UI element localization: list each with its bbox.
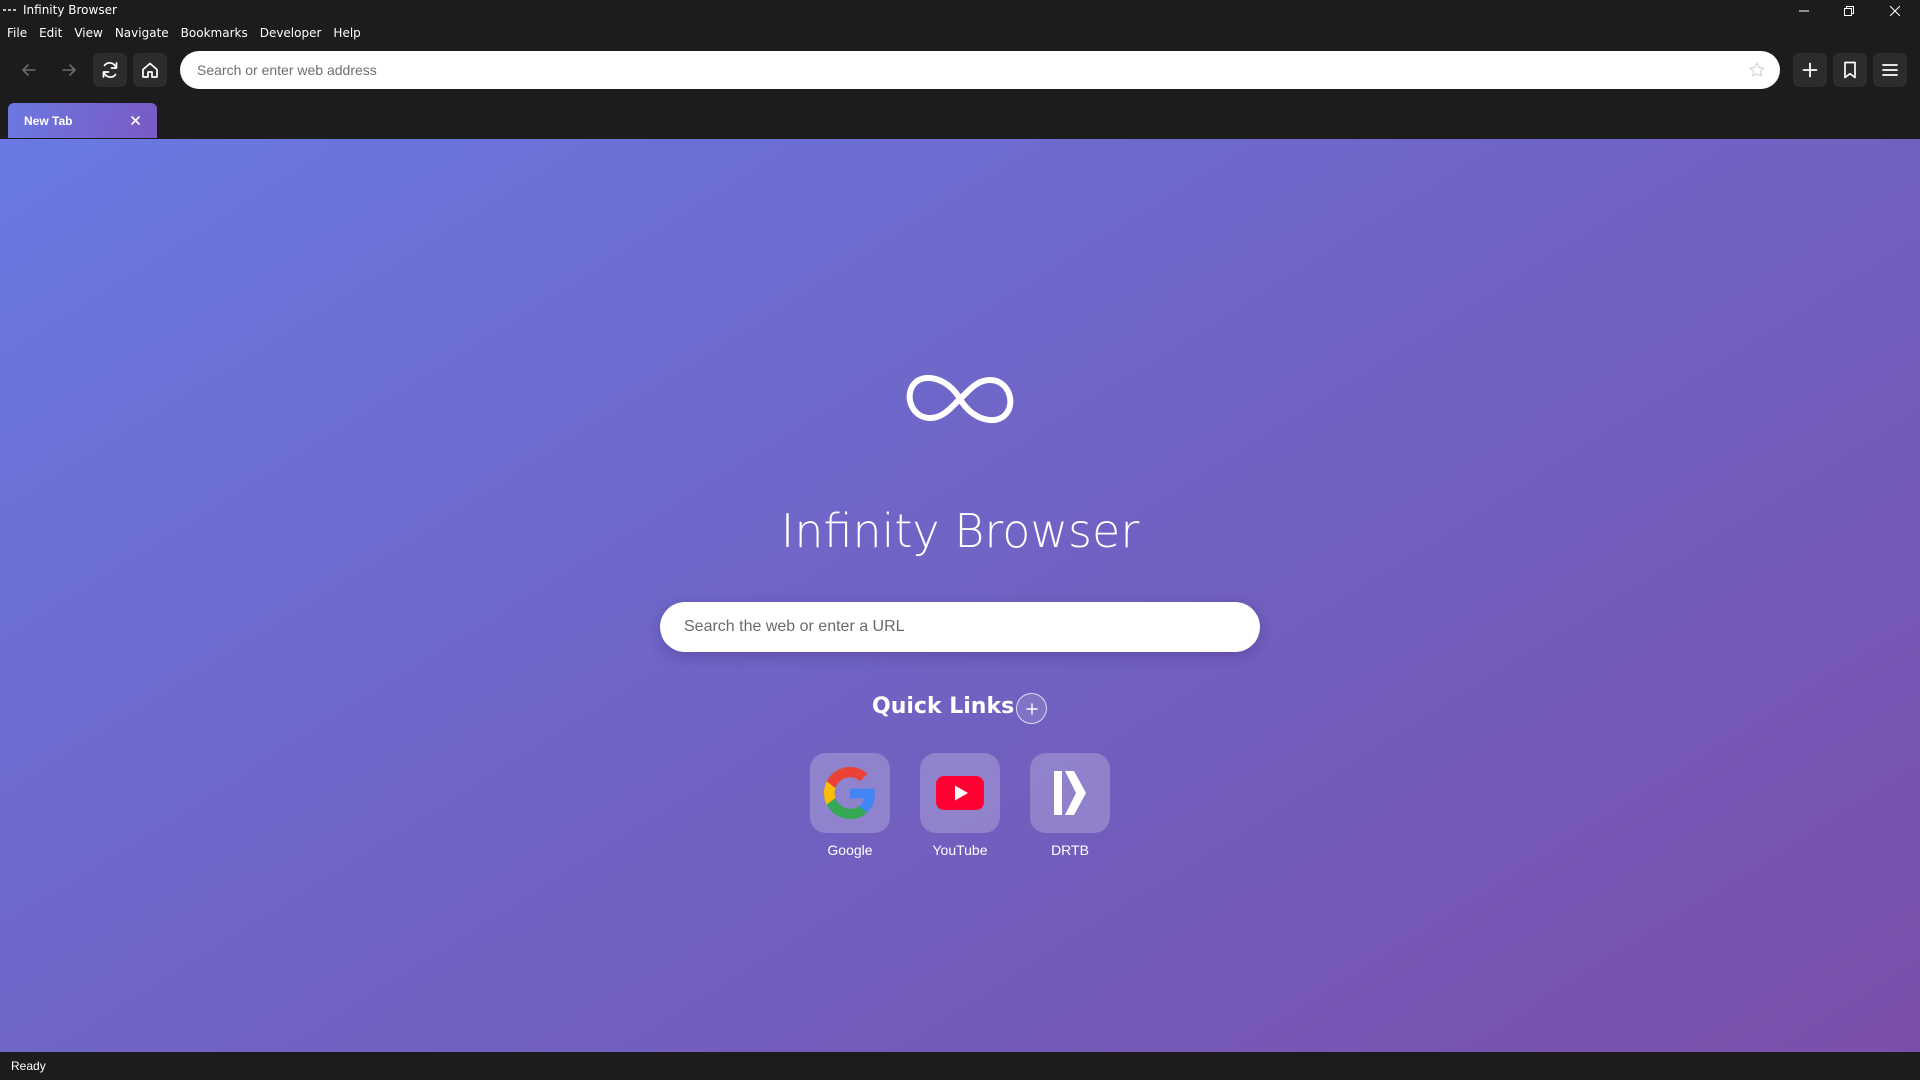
hamburger-menu-icon <box>1882 64 1898 76</box>
menu-bookmarks[interactable]: Bookmarks <box>181 26 248 40</box>
restore-button[interactable] <box>1826 0 1872 22</box>
quick-link-label: Google <box>827 842 873 858</box>
home-button[interactable] <box>133 53 167 87</box>
reload-button[interactable] <box>93 53 127 87</box>
arrow-left-icon <box>22 64 36 76</box>
title-bar: Infinity Browser <box>0 0 1920 22</box>
quick-link-drtb[interactable]: DRTB <box>1030 753 1110 863</box>
address-bar[interactable] <box>180 51 1780 89</box>
status-bar: Ready <box>0 1052 1920 1080</box>
youtube-icon <box>936 776 984 810</box>
infinity-logo-icon <box>906 374 1014 424</box>
restore-icon <box>1844 6 1854 16</box>
drtb-icon <box>1054 771 1086 815</box>
quick-links-title: Quick Links <box>872 694 1015 719</box>
quick-link-tile[interactable] <box>1030 753 1110 833</box>
close-window-button[interactable] <box>1872 0 1918 22</box>
menu-edit[interactable]: Edit <box>39 26 62 40</box>
quick-link-tile[interactable] <box>920 753 1000 833</box>
google-icon <box>824 767 875 819</box>
tab-label: New Tab <box>24 114 73 128</box>
page-title: Infinity Browser <box>780 504 1140 558</box>
star-icon[interactable] <box>1748 61 1766 79</box>
menu-developer[interactable]: Developer <box>260 26 322 40</box>
close-icon <box>130 115 140 125</box>
bookmark-icon <box>1844 61 1856 79</box>
status-text: Ready <box>11 1059 46 1073</box>
search-input[interactable] <box>684 602 1244 652</box>
menu-help[interactable]: Help <box>333 26 360 40</box>
window-title: Infinity Browser <box>23 3 117 17</box>
back-button[interactable] <box>12 53 46 87</box>
tab-close-button[interactable] <box>127 112 143 128</box>
plus-icon <box>1025 702 1038 715</box>
arrow-right-icon <box>62 64 76 76</box>
reload-icon <box>102 62 118 78</box>
main-menu-button[interactable] <box>1873 53 1907 87</box>
menu-bar: File Edit View Navigate Bookmarks Develo… <box>0 22 1920 44</box>
new-tab-page: Infinity Browser Quick Links Google YouT… <box>0 139 1920 1052</box>
menu-view[interactable]: View <box>74 26 102 40</box>
menu-file[interactable]: File <box>7 26 27 40</box>
quick-link-tile[interactable] <box>810 753 890 833</box>
search-box[interactable] <box>660 602 1260 652</box>
menu-navigate[interactable]: Navigate <box>115 26 169 40</box>
address-input[interactable] <box>197 51 1727 89</box>
add-quick-link-button[interactable] <box>1016 693 1047 724</box>
tab-new-tab[interactable]: New Tab <box>8 103 157 138</box>
close-icon <box>1890 6 1900 16</box>
quick-link-youtube[interactable]: YouTube <box>920 753 1000 863</box>
minimize-icon <box>1799 10 1809 12</box>
quick-link-label: DRTB <box>1051 842 1089 858</box>
home-icon <box>142 62 158 78</box>
forward-button[interactable] <box>52 53 86 87</box>
quick-link-label: YouTube <box>932 842 988 858</box>
new-tab-button[interactable] <box>1793 53 1827 87</box>
tab-strip: New Tab <box>0 96 1920 139</box>
bookmarks-button[interactable] <box>1833 53 1867 87</box>
plus-icon <box>1802 62 1818 78</box>
navigation-toolbar <box>0 44 1920 96</box>
app-icon <box>3 5 17 15</box>
minimize-button[interactable] <box>1781 0 1827 22</box>
quick-link-google[interactable]: Google <box>810 753 890 863</box>
